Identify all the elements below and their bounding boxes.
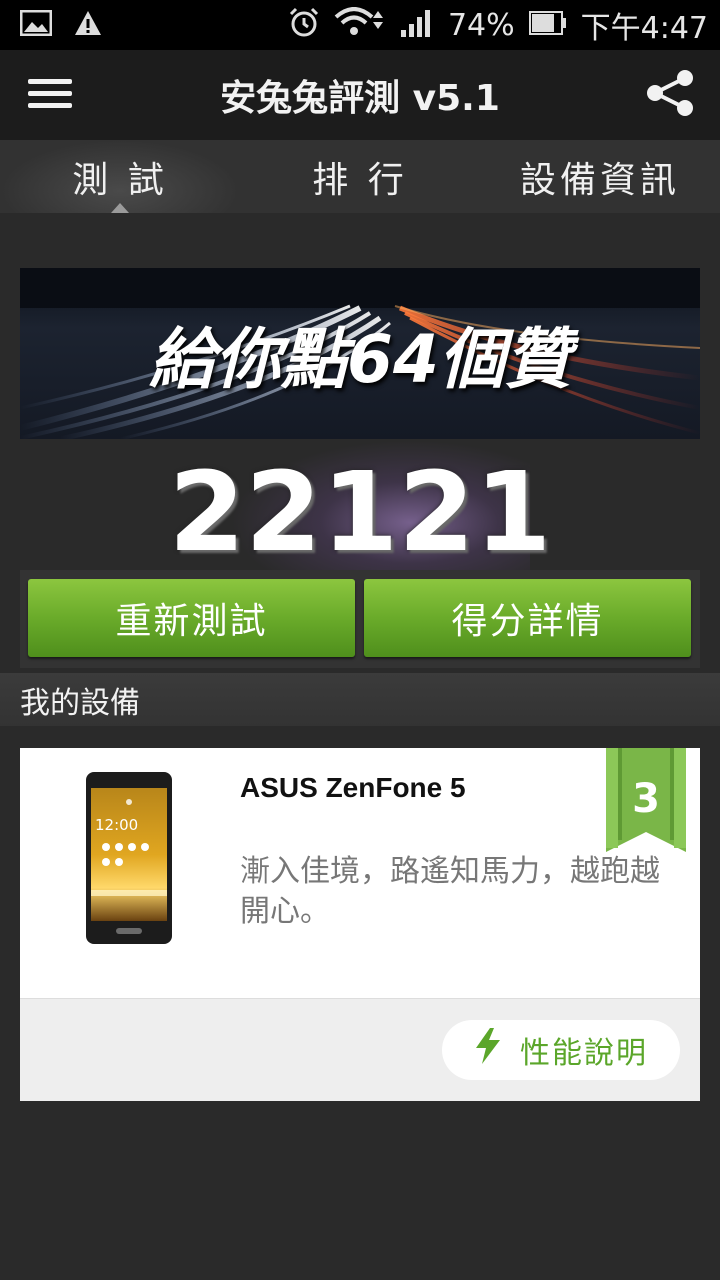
- retest-button[interactable]: 重新測試: [28, 579, 355, 657]
- performance-info-button[interactable]: 性能說明: [442, 1020, 680, 1080]
- tab-test-label: 測 試: [72, 159, 168, 201]
- app-bar: 安兔兔評測 v5.1: [0, 50, 720, 140]
- signal-icon: [400, 8, 434, 42]
- status-bar: 74% 下午4:47: [0, 0, 720, 50]
- app-title: 安兔兔評測 v5.1: [220, 78, 500, 119]
- performance-info-label: 性能說明: [520, 1036, 648, 1071]
- phone-image: 12:00: [86, 772, 172, 948]
- phone-screen-clock: 12:00: [95, 816, 138, 834]
- section-header-my-device: 我的設備: [0, 673, 720, 726]
- menu-button[interactable]: [0, 50, 100, 140]
- active-tab-indicator: [111, 203, 129, 213]
- lightning-icon: [474, 1028, 502, 1072]
- clock: 下午4:47: [580, 11, 708, 46]
- tab-ranking-label: 排 行: [312, 159, 408, 201]
- share-icon: [645, 70, 695, 120]
- wifi-icon: [334, 7, 386, 43]
- device-name: ASUS ZenFone 5: [240, 772, 466, 803]
- tab-test[interactable]: 測 試: [0, 140, 240, 213]
- action-panel: 重新測試 得分詳情: [20, 570, 700, 668]
- result-banner: 給你點64個贊: [20, 268, 700, 439]
- device-description: 漸入佳境，路遙知馬力，越跑越開心。: [240, 854, 660, 929]
- gallery-icon: [19, 9, 53, 40]
- battery-percent: 74%: [447, 7, 515, 43]
- score-details-button[interactable]: 得分詳情: [364, 579, 691, 657]
- tab-device-info[interactable]: 設備資訊: [480, 140, 720, 213]
- warning-icon: [74, 10, 102, 40]
- share-button[interactable]: [620, 50, 720, 140]
- tab-ranking[interactable]: 排 行: [240, 140, 480, 213]
- tab-bar: 測 試 排 行 設備資訊: [0, 140, 720, 213]
- banner-text: 給你點64個贊: [149, 320, 571, 398]
- device-card[interactable]: 12:00 ASUS ZenFone 5 漸入佳境，路遙知馬力，越跑越開心。 3…: [20, 748, 700, 1101]
- benchmark-score: 22121: [168, 448, 552, 576]
- battery-icon: [528, 10, 567, 40]
- alarm-icon: [288, 7, 320, 43]
- tab-device-info-label: 設備資訊: [519, 159, 680, 201]
- menu-icon: [28, 77, 72, 113]
- section-title: 我的設備: [20, 685, 140, 721]
- rank-number: 3: [632, 776, 660, 822]
